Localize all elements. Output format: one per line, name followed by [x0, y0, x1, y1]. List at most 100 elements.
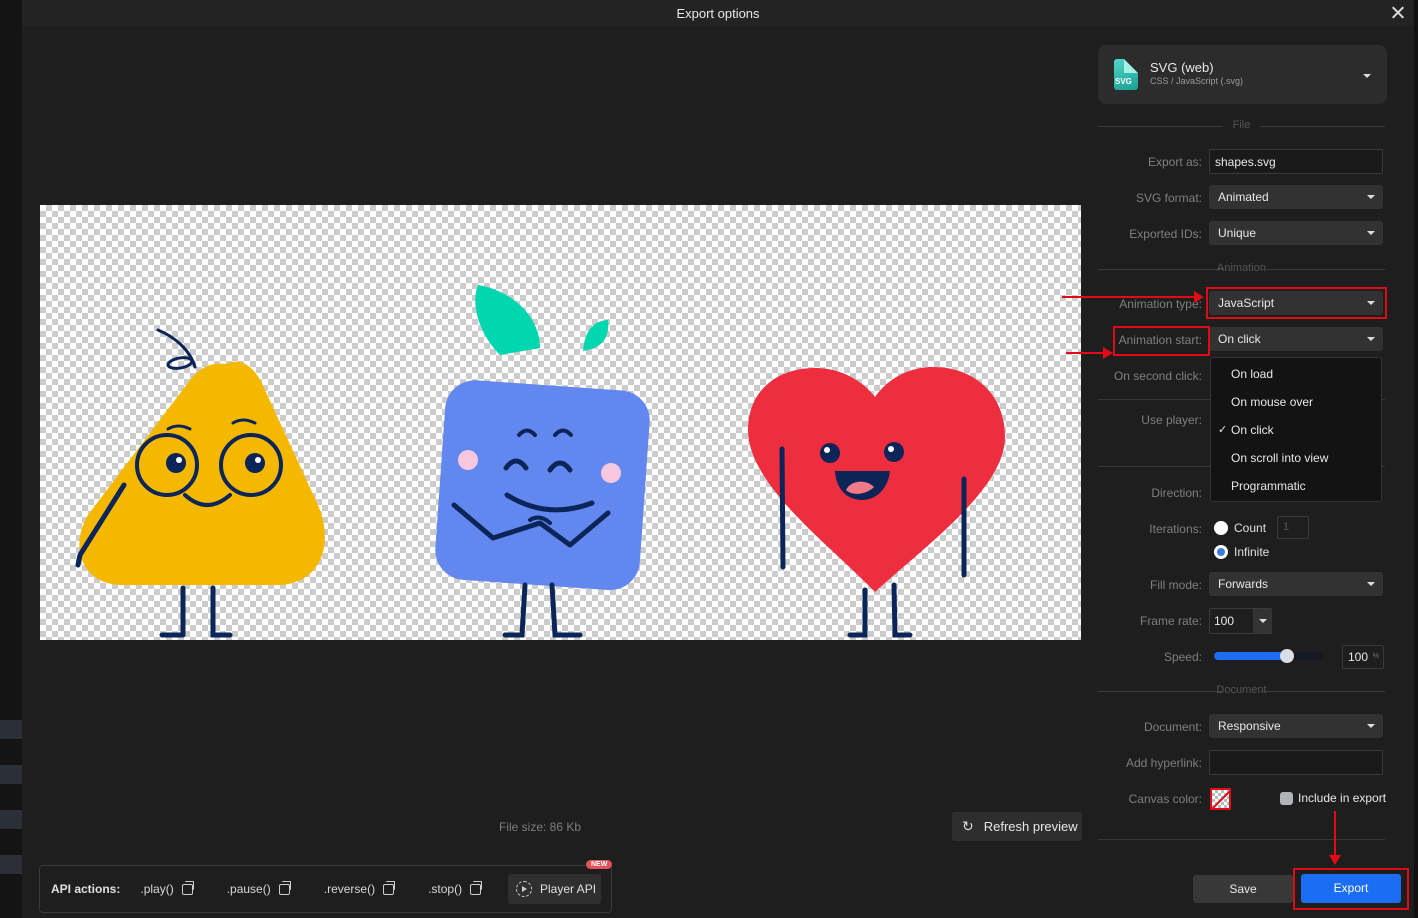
copy-icon[interactable] — [278, 880, 291, 895]
dropdown-option-on-load[interactable]: On load — [1211, 360, 1381, 388]
iterations-label: Iterations: — [1149, 522, 1202, 536]
speed-slider-fill — [1214, 652, 1288, 660]
chevron-down-icon — [1363, 74, 1371, 78]
divider — [1098, 839, 1385, 840]
frame-rate-label: Frame rate: — [1139, 614, 1202, 628]
speed-value: 100 — [1348, 650, 1369, 664]
speed-slider[interactable] — [1214, 649, 1322, 663]
chevron-down-icon — [1367, 724, 1375, 728]
section-file: File — [1098, 119, 1385, 133]
canvas-color-swatch[interactable] — [1210, 788, 1231, 810]
dropdown-option-on-click[interactable]: ✓ On click — [1211, 416, 1381, 444]
section-document-title: Document — [1216, 684, 1267, 696]
timeline-row — [0, 765, 22, 785]
chevron-down-icon — [1367, 582, 1375, 586]
svg-file-icon: SVG — [1114, 59, 1138, 90]
gear-play-icon — [516, 881, 532, 897]
svg-file-icon-text: SVG — [1115, 77, 1132, 86]
chevron-down-icon — [1259, 619, 1267, 623]
annotation-arrow-right — [1062, 291, 1204, 303]
exported-ids-select[interactable]: Unique — [1209, 221, 1383, 245]
background-app-timeline — [0, 0, 22, 918]
export-as-label: Export as: — [1147, 155, 1202, 169]
animation-start-select[interactable]: On click — [1209, 327, 1383, 351]
settings-panel: SVG SVG (web) CSS / JavaScript (.svg) Fi… — [1098, 0, 1409, 918]
exported-ids-label: Exported IDs: — [1129, 227, 1202, 241]
svg-format-value: Animated — [1218, 190, 1269, 204]
option-label: Programmatic — [1231, 479, 1306, 493]
blue-square-character — [435, 285, 650, 638]
copy-icon[interactable] — [383, 880, 396, 895]
fill-mode-select[interactable]: Forwards — [1209, 572, 1383, 596]
section-animation: Animation — [1098, 262, 1385, 276]
section-document: Document — [1098, 684, 1385, 698]
timeline-row — [0, 720, 22, 740]
copy-icon[interactable] — [181, 880, 194, 895]
close-icon[interactable] — [1388, 3, 1408, 23]
annotation-highlight-animation-start — [1113, 326, 1210, 356]
option-label: On click — [1231, 423, 1274, 437]
option-label: On scroll into view — [1231, 451, 1329, 465]
player-api-button[interactable]: Player API — [508, 874, 601, 904]
frame-rate-dropdown-button[interactable] — [1253, 609, 1272, 633]
section-animation-title: Animation — [1217, 262, 1266, 274]
dropdown-option-on-scroll-into-view[interactable]: On scroll into view — [1211, 444, 1381, 472]
refresh-preview-label: Refresh preview — [983, 819, 1078, 834]
checkmark-icon: ✓ — [1218, 424, 1228, 436]
chevron-down-icon — [1367, 195, 1375, 199]
chevron-down-icon — [1367, 337, 1375, 341]
export-as-input[interactable] — [1209, 149, 1383, 174]
api-action-stop[interactable]: .stop() — [428, 882, 462, 896]
exported-ids-value: Unique — [1218, 226, 1257, 240]
annotation-highlight-animation-type — [1206, 287, 1387, 319]
iterations-count-label: Count — [1234, 521, 1267, 535]
document-select[interactable]: Responsive — [1209, 714, 1383, 738]
svg-format-label: SVG format: — [1135, 191, 1202, 205]
preview-illustration — [75, 285, 1005, 638]
file-size-label: File size: 86 Kb — [499, 820, 582, 834]
direction-label: Direction: — [1151, 486, 1202, 500]
format-selector[interactable]: SVG SVG (web) CSS / JavaScript (.svg) — [1098, 45, 1387, 104]
refresh-preview-button[interactable]: ↻ Refresh preview — [952, 812, 1082, 841]
api-action-pause[interactable]: .pause() — [227, 882, 271, 896]
iterations-infinite-radio[interactable] — [1214, 545, 1228, 559]
new-badge: NEW — [586, 860, 613, 869]
iterations-count-radio[interactable] — [1214, 521, 1228, 535]
hyperlink-input[interactable] — [1209, 750, 1383, 775]
iterations-infinite-label: Infinite — [1234, 545, 1270, 559]
option-label: On mouse over — [1231, 395, 1314, 409]
heart-character — [748, 367, 1005, 638]
fill-mode-value: Forwards — [1218, 577, 1269, 591]
player-api-label: Player API — [540, 882, 597, 896]
dropdown-option-programmatic[interactable]: Programmatic — [1211, 472, 1381, 500]
chevron-down-icon — [1367, 231, 1375, 235]
canvas-color-label: Canvas color: — [1128, 792, 1202, 806]
animation-start-dropdown: On load On mouse over ✓ On click On scrol… — [1210, 357, 1382, 502]
include-in-export-label: Include in export — [1298, 791, 1387, 805]
copy-icon[interactable] — [470, 880, 483, 895]
export-options-dialog: Export options File size: 86 Kb ↻ Refres… — [22, 0, 1414, 918]
document-value: Responsive — [1218, 719, 1281, 733]
include-in-export-checkbox[interactable] — [1280, 792, 1293, 805]
frame-rate-input[interactable]: 100 — [1209, 608, 1272, 634]
api-action-reverse[interactable]: .reverse() — [324, 882, 375, 896]
section-file-title: File — [1232, 119, 1251, 131]
dropdown-option-on-mouse-over[interactable]: On mouse over — [1211, 388, 1381, 416]
animation-start-value: On click — [1218, 332, 1261, 346]
iterations-count-input[interactable]: 1 — [1277, 516, 1309, 539]
format-subtitle: CSS / JavaScript (.svg) — [1150, 76, 1244, 86]
api-action-play[interactable]: .play() — [140, 882, 173, 896]
annotation-highlight-export — [1293, 868, 1409, 910]
svg-format-select[interactable]: Animated — [1209, 185, 1383, 209]
speed-label: Speed: — [1163, 650, 1202, 664]
annotation-arrow-right — [1066, 347, 1113, 359]
annotation-arrow-down — [1329, 811, 1341, 865]
refresh-icon: ↻ — [962, 818, 974, 834]
speed-input[interactable]: 100 % — [1342, 645, 1384, 669]
save-button[interactable]: Save — [1193, 875, 1293, 903]
pear-character — [75, 328, 325, 638]
preview-canvas — [40, 205, 1081, 640]
fill-mode-label: Fill mode: — [1149, 578, 1202, 592]
speed-slider-thumb[interactable] — [1280, 649, 1295, 663]
option-label: On load — [1231, 367, 1274, 381]
